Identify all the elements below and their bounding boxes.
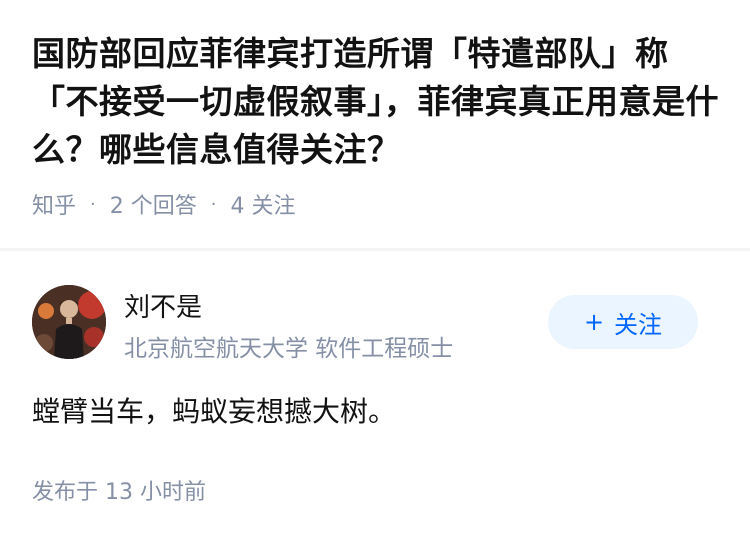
- follower-count[interactable]: 4 关注: [230, 188, 295, 220]
- follow-button[interactable]: + 关注: [548, 295, 698, 349]
- avatar[interactable]: [32, 285, 106, 359]
- question-meta: 知乎 · 2 个回答 · 4 关注: [32, 188, 722, 220]
- follow-label: 关注: [614, 310, 663, 339]
- question-title[interactable]: 国防部回应菲律宾打造所谓「特遣部队」称「不接受一切虚假叙事」，菲律宾真正用意是什…: [32, 30, 722, 174]
- section-divider: [0, 248, 750, 251]
- question-header: 国防部回应菲律宾打造所谓「特遣部队」称「不接受一切虚假叙事」，菲律宾真正用意是什…: [32, 30, 722, 220]
- meta-separator: ·: [210, 193, 217, 215]
- publish-time: 发布于 13 小时前: [32, 480, 206, 505]
- author-bio: 北京航空航天大学 软件工程硕士: [124, 336, 454, 362]
- answer-count[interactable]: 2 个回答: [110, 188, 197, 220]
- meta-separator: ·: [90, 193, 96, 215]
- answer-text[interactable]: 螳臂当车，蚂蚁妄想撼大树。: [32, 390, 396, 434]
- avatar-image: [32, 285, 106, 359]
- author-name[interactable]: 刘不是: [124, 287, 202, 324]
- source-label[interactable]: 知乎: [32, 188, 76, 220]
- plus-icon: +: [583, 308, 605, 336]
- author-card: 刘不是 北京航空航天大学 软件工程硕士 + 关注: [32, 285, 722, 363]
